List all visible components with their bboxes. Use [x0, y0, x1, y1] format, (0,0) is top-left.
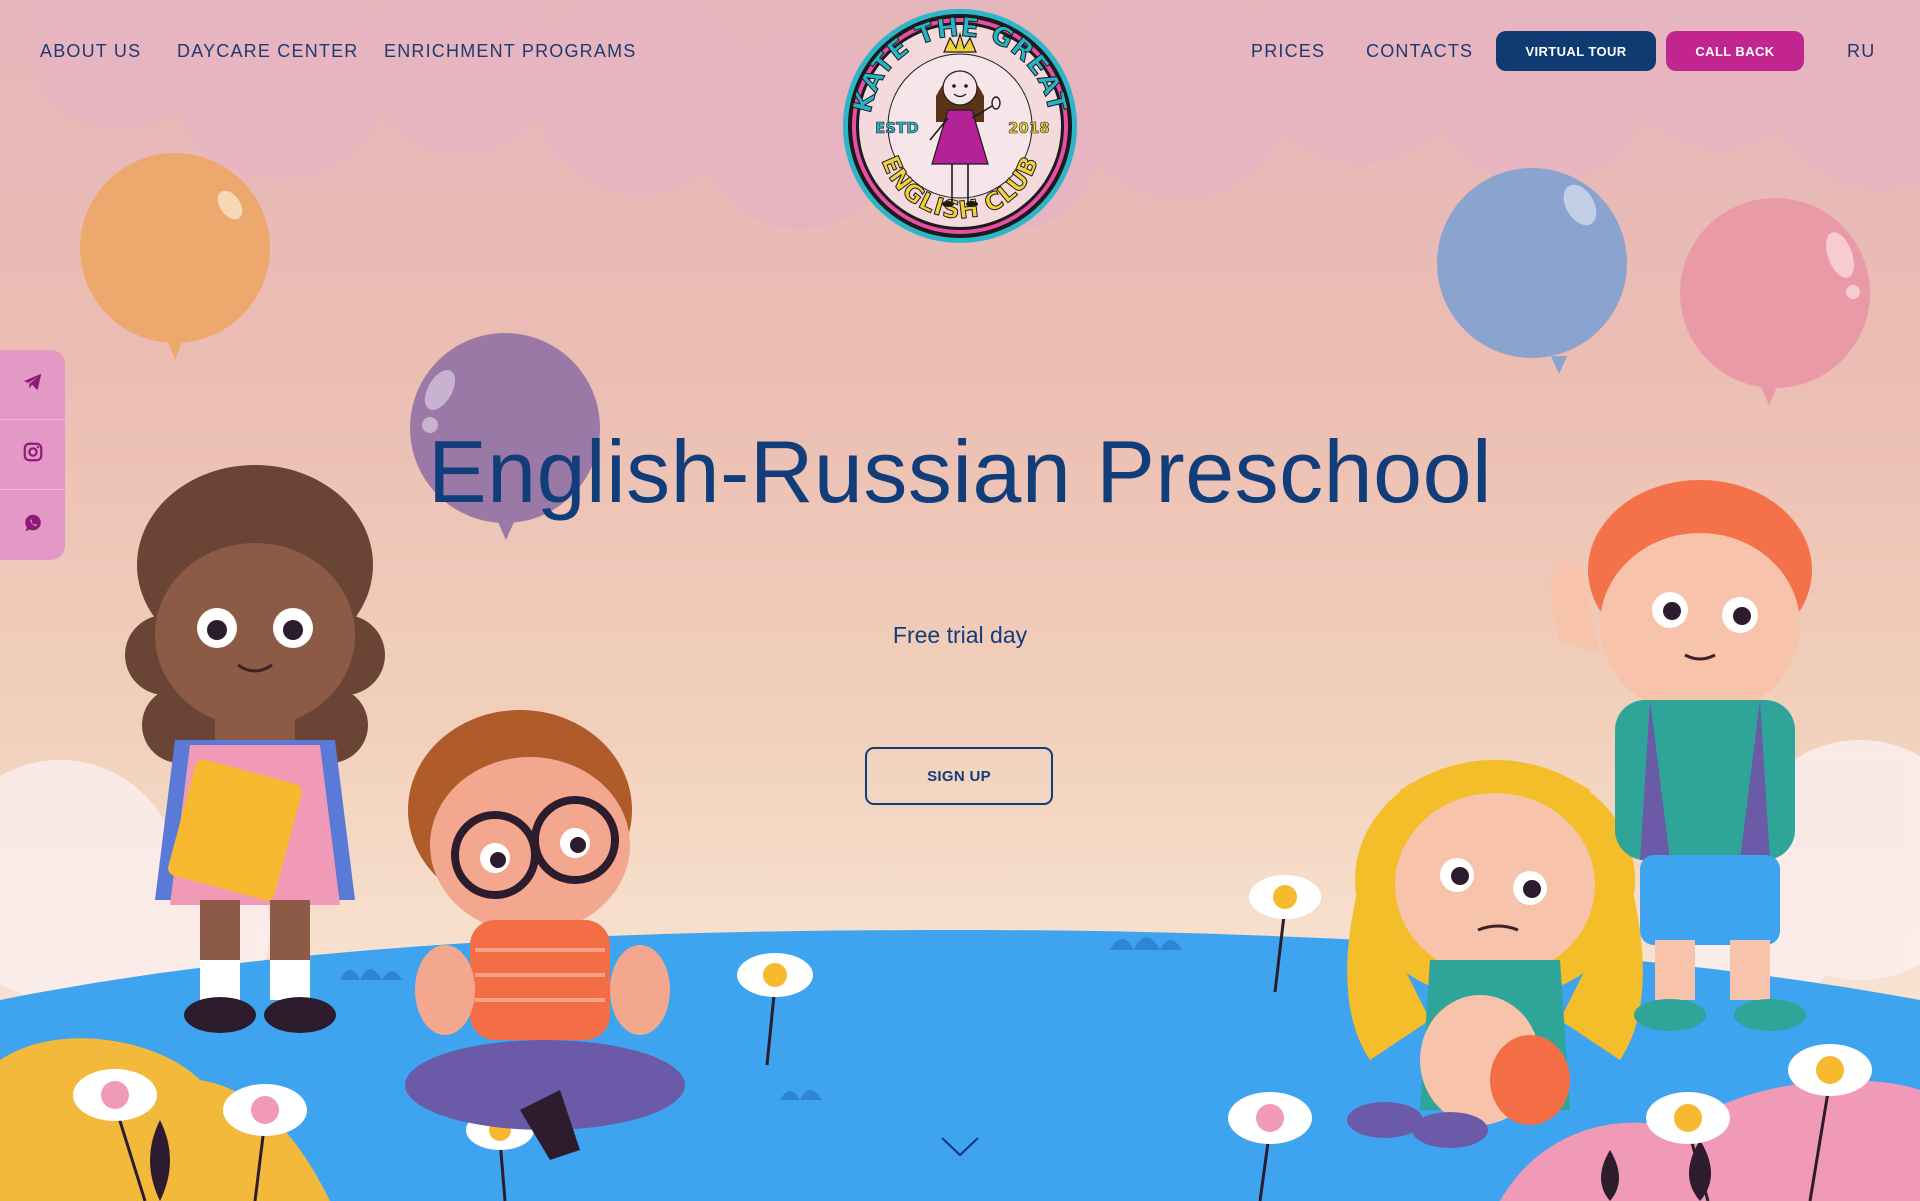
- nav-enrichment-programs[interactable]: ENRICHMENT PROGRAMS: [384, 38, 637, 64]
- telegram-icon: [22, 371, 44, 398]
- kate-the-great-logo[interactable]: KATE THE GREAT ENGLISH CLUB ESTD 2018: [840, 6, 1080, 246]
- logo-estd-text: ESTD: [875, 119, 919, 137]
- virtual-tour-button[interactable]: VIRTUAL TOUR: [1496, 31, 1656, 71]
- balloon-orange: [80, 153, 270, 360]
- nav-prices[interactable]: PRICES: [1251, 38, 1325, 64]
- sign-up-button[interactable]: SIGN UP: [865, 747, 1053, 805]
- balloon-blue: [1437, 168, 1627, 374]
- hero-title: English-Russian Preschool: [427, 422, 1493, 521]
- language-switch-ru[interactable]: RU: [1847, 38, 1875, 64]
- social-telegram[interactable]: [0, 350, 65, 420]
- balloon-pink: [1680, 198, 1870, 405]
- call-back-button[interactable]: CALL BACK: [1666, 31, 1804, 71]
- chevron-down-icon[interactable]: [940, 1136, 980, 1158]
- nav-about-us[interactable]: ABOUT US: [40, 38, 141, 64]
- logo-year-text: 2018: [1008, 119, 1050, 137]
- nav-daycare-center[interactable]: DAYCARE CENTER: [177, 38, 359, 64]
- hero-subtitle: Free trial day: [892, 622, 1028, 648]
- nav-contacts[interactable]: CONTACTS: [1366, 38, 1473, 64]
